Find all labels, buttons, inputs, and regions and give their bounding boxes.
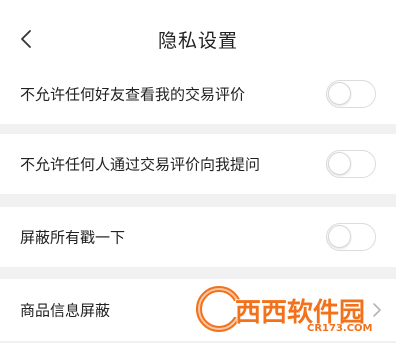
setting-row-block-review-questions: 不允许任何人通过交易评价向我提问: [0, 134, 396, 194]
chevron-right-icon: [373, 303, 381, 317]
setting-label: 屏蔽所有戳一下: [20, 228, 126, 247]
setting-row-product-info-block[interactable]: 商品信息屏蔽: [0, 279, 396, 341]
setting-label: 不允许任何好友查看我的交易评价: [20, 85, 246, 104]
toggle-knob: [328, 152, 351, 175]
block-review-questions-toggle[interactable]: [326, 150, 376, 178]
setting-row-block-pokes: 屏蔽所有戳一下: [0, 207, 396, 267]
setting-row-hide-reviews-from-friends: 不允许任何好友查看我的交易评价: [0, 64, 396, 124]
block-pokes-toggle[interactable]: [326, 223, 376, 251]
toggle-knob: [328, 225, 351, 248]
hide-reviews-from-friends-toggle[interactable]: [326, 80, 376, 108]
setting-label: 商品信息屏蔽: [20, 301, 111, 320]
section-gap: [0, 194, 396, 208]
page-title: 隐私设置: [157, 30, 238, 52]
setting-label: 不允许任何人通过交易评价向我提问: [20, 155, 261, 174]
toggle-knob: [328, 82, 351, 105]
